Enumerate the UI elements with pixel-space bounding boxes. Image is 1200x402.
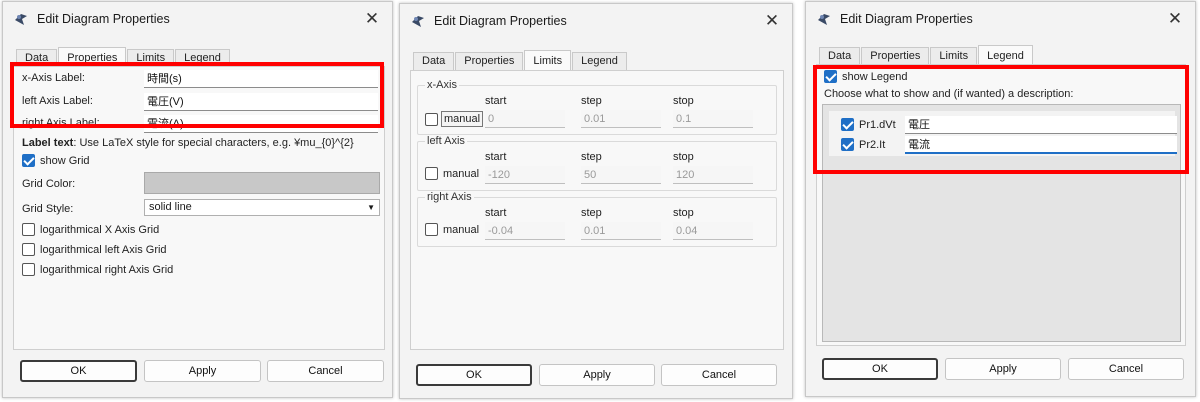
left-axis-step-input[interactable]: 50 (581, 166, 661, 184)
start-header: start (485, 151, 507, 163)
tab-properties[interactable]: Properties (455, 52, 524, 70)
ok-button[interactable]: OK (416, 364, 532, 386)
highlight-box (813, 65, 1189, 174)
cancel-button[interactable]: Cancel (661, 364, 777, 386)
close-icon[interactable]: ✕ (762, 11, 782, 31)
app-icon (15, 14, 27, 25)
right-axis-stop-input[interactable]: 0.04 (673, 222, 753, 240)
grid-style-caption: Grid Style: (22, 203, 74, 215)
grid-style-select[interactable]: solid line ▼ (144, 199, 380, 216)
left-axis-start-input[interactable]: -120 (485, 166, 565, 184)
ok-button[interactable]: OK (822, 358, 938, 380)
log-right-checkbox[interactable] (22, 263, 35, 276)
x-axis-manual-checkbox[interactable] (425, 112, 438, 126)
app-icon (412, 16, 424, 27)
left-axis-manual-checkbox[interactable] (425, 167, 438, 180)
right-axis-start-input[interactable]: -0.04 (485, 222, 565, 240)
app-icon (818, 14, 830, 25)
show-grid-option[interactable]: show Grid (22, 154, 90, 167)
tab-data[interactable]: Data (819, 47, 861, 65)
label-text-hint: : Use LaTeX style for special characters… (73, 137, 354, 149)
stop-header: stop (673, 207, 694, 219)
highlight-box (10, 62, 384, 128)
close-icon[interactable]: ✕ (362, 9, 382, 29)
limits-pane: x-Axis start step stop manual 0 0.01 0.1… (410, 70, 784, 350)
close-icon[interactable]: ✕ (1165, 9, 1185, 29)
x-axis-step-input[interactable]: 0.01 (581, 110, 661, 128)
log-x-checkbox[interactable] (22, 223, 35, 236)
ok-button[interactable]: OK (20, 360, 137, 382)
dialog-title: Edit Diagram Properties (434, 14, 567, 28)
dialog-legend: Edit Diagram Properties ✕ Data Propertie… (805, 1, 1196, 397)
log-left-option[interactable]: logarithmical left Axis Grid (22, 243, 167, 256)
right-axis-manual-label: manual (443, 223, 480, 236)
left-axis-manual-option[interactable]: manual (425, 167, 479, 180)
start-header: start (485, 207, 507, 219)
grid-style-value: solid line (149, 201, 192, 213)
log-right-label: logarithmical right Axis Grid (40, 263, 174, 276)
title-bar: Edit Diagram Properties ✕ (400, 4, 792, 38)
x-axis-stop-input[interactable]: 0.1 (673, 110, 753, 128)
step-header: step (581, 95, 602, 107)
apply-button[interactable]: Apply (945, 358, 1061, 380)
start-header: start (485, 95, 507, 107)
tab-data[interactable]: Data (413, 52, 455, 70)
log-x-option[interactable]: logarithmical X Axis Grid (22, 223, 159, 236)
right-axis-manual-checkbox[interactable] (425, 223, 438, 236)
tab-limits[interactable]: Limits (930, 47, 978, 65)
tab-legend[interactable]: Legend (978, 45, 1033, 66)
stop-header: stop (673, 95, 694, 107)
label-text-heading: Label text (22, 137, 74, 149)
x-axis-group-title: x-Axis (425, 79, 459, 91)
x-axis-manual-option[interactable]: manual (425, 111, 484, 127)
show-grid-checkbox[interactable] (22, 154, 35, 167)
dialog-title: Edit Diagram Properties (37, 12, 170, 26)
dialog-title: Edit Diagram Properties (840, 12, 973, 26)
right-axis-group-title: right Axis (425, 191, 474, 203)
right-axis-manual-option[interactable]: manual (425, 223, 479, 236)
dialog-limits: Edit Diagram Properties ✕ Data Propertie… (399, 3, 793, 399)
cancel-button[interactable]: Cancel (267, 360, 384, 382)
stop-header: stop (673, 151, 694, 163)
tab-legend[interactable]: Legend (572, 52, 627, 70)
cancel-button[interactable]: Cancel (1068, 358, 1184, 380)
title-bar: Edit Diagram Properties ✕ (3, 2, 392, 36)
grid-color-caption: Grid Color: (22, 178, 76, 190)
right-axis-step-input[interactable]: 0.01 (581, 222, 661, 240)
step-header: step (581, 151, 602, 163)
left-axis-group-title: left Axis (425, 135, 467, 147)
apply-button[interactable]: Apply (144, 360, 261, 382)
title-bar: Edit Diagram Properties ✕ (806, 2, 1195, 36)
tab-properties[interactable]: Properties (861, 47, 930, 65)
x-axis-manual-label: manual (441, 111, 484, 127)
log-left-checkbox[interactable] (22, 243, 35, 256)
apply-button[interactable]: Apply (539, 364, 655, 386)
dialog-properties: Edit Diagram Properties ✕ Data Propertie… (2, 1, 393, 398)
left-axis-stop-input[interactable]: 120 (673, 166, 753, 184)
tab-bar: Data Properties Limits Legend (413, 49, 628, 71)
left-axis-manual-label: manual (443, 167, 480, 180)
log-right-option[interactable]: logarithmical right Axis Grid (22, 263, 173, 276)
step-header: step (581, 207, 602, 219)
tab-limits[interactable]: Limits (524, 50, 572, 71)
x-axis-start-input[interactable]: 0 (485, 110, 565, 128)
dropdown-arrow-icon: ▼ (367, 203, 375, 212)
log-x-label: logarithmical X Axis Grid (40, 223, 160, 236)
tab-bar: Data Properties Limits Legend (819, 44, 1034, 66)
show-grid-label: show Grid (40, 154, 90, 167)
log-left-label: logarithmical left Axis Grid (40, 243, 167, 256)
grid-color-swatch[interactable] (144, 172, 380, 194)
